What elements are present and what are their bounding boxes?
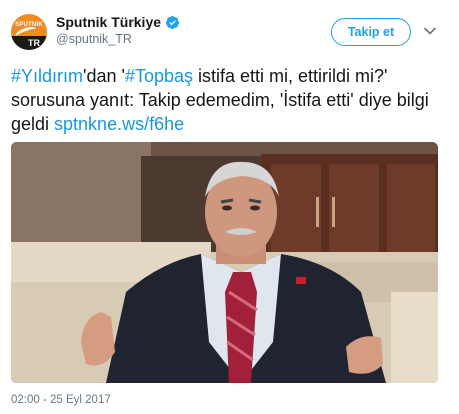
display-name[interactable]: Sputnik Türkiye: [56, 14, 161, 30]
account-handle[interactable]: @sputnik_TR: [56, 32, 132, 46]
tweet-text-segment: 'dan ': [83, 66, 125, 86]
avatar[interactable]: SPUTNIK TR: [11, 14, 47, 50]
tweet-card: SPUTNIK TR Sputnik Türkiye @sputnik_TR T…: [0, 0, 459, 414]
tweet-link[interactable]: sptnkne.ws/f6he: [54, 114, 184, 134]
verified-badge-icon: [165, 15, 180, 29]
follow-button[interactable]: Takip et: [331, 18, 411, 46]
tweet-photo[interactable]: [11, 142, 438, 383]
photo-illustration: [11, 142, 438, 383]
chevron-down-icon[interactable]: [423, 24, 437, 38]
avatar-badge: TR: [28, 38, 40, 48]
name-row: Sputnik Türkiye: [56, 14, 180, 30]
hashtag-yildirim[interactable]: #Yıldırım: [11, 66, 83, 86]
tweet-timestamp[interactable]: 02:00 - 25 Eyl 2017: [11, 394, 111, 406]
tweet-text: #Yıldırım'dan '#Topbaş istifa etti mi, e…: [11, 64, 451, 136]
hashtag-topbas[interactable]: #Topbaş: [125, 66, 193, 86]
